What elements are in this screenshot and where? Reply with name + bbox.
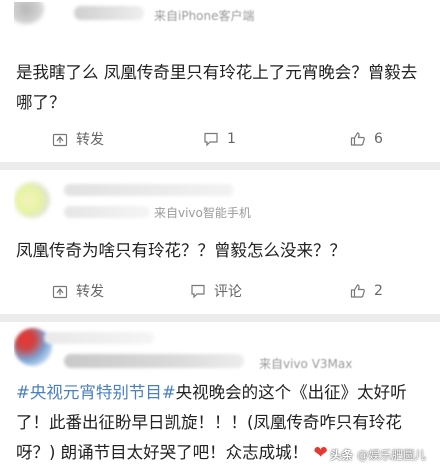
post-content: 是我瞎了么 凤凰传奇里只有玲花上了元宵晚会？曾毅去哪了？: [16, 63, 418, 112]
share-icon: [52, 133, 68, 147]
post-source: 来自vivo V3Max: [259, 357, 353, 371]
repost-button[interactable]: 转发: [52, 128, 104, 150]
post-card: 来自vivo智能手机 凤凰传奇为啥只有玲花？？曾毅怎么没来？？ 转发 评论 2: [0, 170, 440, 314]
like-count: 2: [374, 283, 383, 299]
share-icon: [52, 285, 68, 299]
heart-emoji: ❤: [313, 443, 328, 463]
post-actions: 转发 1 6: [0, 128, 440, 150]
post-actions: 转发 评论 2: [0, 280, 440, 302]
comment-button[interactable]: 1: [203, 128, 236, 150]
post-header-blurred: 来自vivo V3Max: [14, 326, 426, 378]
comment-button[interactable]: 评论: [190, 280, 242, 302]
repost-label: 转发: [76, 132, 104, 148]
thumbs-up-icon: [350, 284, 365, 298]
comment-icon: [191, 284, 205, 299]
post-source: 来自iPhone客户端: [154, 9, 255, 23]
avatar: [14, 2, 44, 24]
post-source: 来自vivo智能手机: [154, 206, 251, 220]
like-button[interactable]: 2: [350, 280, 383, 302]
comment-count: 1: [227, 131, 236, 147]
comment-icon: [204, 132, 218, 147]
repost-button[interactable]: 转发: [52, 280, 104, 302]
like-count: 6: [374, 131, 383, 147]
watermark: 头条 @娱乐肥圆儿: [330, 447, 426, 463]
post-header-blurred: 来自vivo智能手机: [14, 176, 426, 228]
avatar: [14, 182, 50, 218]
repost-label: 转发: [76, 284, 104, 300]
post-header-blurred: 来自iPhone客户端: [14, 2, 426, 28]
thumbs-up-icon: [350, 132, 365, 146]
toutiao-logo: 头条: [330, 448, 353, 462]
post-card: 来自vivo V3Max #央视元宵特别节目#央视晚会的这个《出征》太好听了！此…: [0, 322, 440, 472]
comment-label: 评论: [214, 284, 242, 300]
topic-hashtag[interactable]: #央视元宵特别节目#: [16, 383, 176, 402]
post-card: 来自iPhone客户端 是我瞎了么 凤凰传奇里只有玲花上了元宵晚会？曾毅去哪了？…: [0, 0, 440, 162]
post-content: 凤凰传奇为啥只有玲花？？曾毅怎么没来？？: [16, 241, 346, 260]
watermark-text: @娱乐肥圆儿: [357, 448, 426, 462]
like-button[interactable]: 6: [350, 128, 383, 150]
